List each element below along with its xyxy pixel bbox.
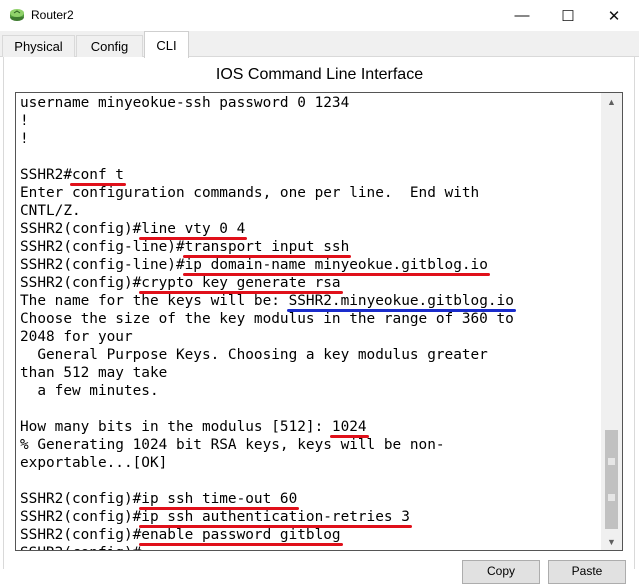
highlighted-command: conf t xyxy=(69,167,126,186)
paste-button[interactable]: Paste xyxy=(548,560,626,584)
terminal-scrollbar[interactable]: ▲ ▼ xyxy=(601,93,622,550)
terminal-line: than 512 may take xyxy=(20,364,167,382)
copy-button[interactable]: Copy xyxy=(462,560,540,584)
line-prefix: SSHR2(config-line)# xyxy=(20,239,185,255)
terminal-line: username minyeokue-ssh password 0 1234 xyxy=(20,94,349,112)
highlighted-command: line vty 0 4 xyxy=(139,221,248,240)
terminal-line: CNTL/Z. xyxy=(20,202,81,220)
line-prefix: SSHR2(config)# xyxy=(20,545,141,550)
line-prefix: SSHR2(config)# xyxy=(20,221,142,237)
scrollbar-thumb[interactable] xyxy=(605,430,618,529)
terminal-line: % Generating 1024 bit RSA keys, keys wil… xyxy=(20,436,445,454)
line-prefix: SSHR2(config-line)# xyxy=(20,257,185,273)
line-prefix: SSHR2(config)# xyxy=(20,491,142,507)
thumb-grip xyxy=(608,494,615,501)
highlighted-command: ip ssh time-out 60 xyxy=(139,491,300,510)
maximize-icon: ☐ xyxy=(561,7,575,25)
line-prefix: % Generating 1024 bit RSA keys, keys wil… xyxy=(20,437,445,453)
arrow-down-icon: ▼ xyxy=(607,536,616,547)
cli-terminal[interactable]: username minyeokue-ssh password 0 1234!!… xyxy=(15,92,623,551)
line-prefix: SSHR2(config)# xyxy=(20,509,142,525)
line-prefix: How many bits in the modulus [512]: xyxy=(20,419,332,435)
tab-config[interactable]: Config xyxy=(76,35,143,57)
line-prefix: a few minutes. xyxy=(20,383,159,399)
line-prefix: CNTL/Z. xyxy=(20,203,81,219)
terminal-line: How many bits in the modulus [512]: 1024 xyxy=(20,418,369,438)
window-title: Router2 xyxy=(31,8,74,22)
terminal-line: SSHR2(config-line)#transport input ssh xyxy=(20,238,351,258)
highlighted-command: ip ssh authentication-retries 3 xyxy=(139,509,412,528)
terminal-line: General Purpose Keys. Choosing a key mod… xyxy=(20,346,488,364)
title-bar: Router2 — ☐ ✕ xyxy=(0,0,639,32)
panel-heading: IOS Command Line Interface xyxy=(215,66,424,83)
terminal-line: exportable...[OK] xyxy=(20,454,167,472)
terminal-line: SSHR2(config-line)#ip domain-name minyeo… xyxy=(20,256,491,276)
terminal-line: ! xyxy=(20,130,29,148)
router-icon xyxy=(10,9,24,21)
terminal-line: ! xyxy=(20,112,29,130)
highlighted-command: enable password gitblog xyxy=(139,527,343,546)
scroll-down-button[interactable]: ▼ xyxy=(601,533,622,550)
line-prefix: General Purpose Keys. Choosing a key mod… xyxy=(20,347,488,363)
line-prefix: 2048 for your xyxy=(20,329,133,345)
highlighted-command: crypto key generate rsa xyxy=(139,275,343,294)
terminal-line: SSHR2(config)#enable password gitblog xyxy=(20,526,343,546)
terminal-line: SSHR2(config)# xyxy=(20,544,141,550)
line-prefix: username minyeokue-ssh password 0 1234 xyxy=(20,95,350,111)
tab-cli[interactable]: CLI xyxy=(144,31,189,58)
highlighted-command: transport input ssh xyxy=(182,239,351,258)
terminal-line: a few minutes. xyxy=(20,382,159,400)
line-prefix: The name for the keys will be: xyxy=(20,293,289,309)
line-prefix: SSHR2(config)# xyxy=(20,527,142,543)
minimize-button[interactable]: — xyxy=(499,0,545,31)
terminal-line: SSHR2(config)#ip ssh time-out 60 xyxy=(20,490,300,510)
terminal-line: SSHR2(config)#ip ssh authentication-retr… xyxy=(20,508,412,528)
highlighted-output: SSHR2.minyeokue.gitblog.io xyxy=(286,293,517,312)
terminal-line: 2048 for your xyxy=(20,328,133,346)
terminal-line: SSHR2(config)#line vty 0 4 xyxy=(20,220,248,240)
line-prefix: exportable...[OK] xyxy=(20,455,168,471)
scroll-up-button[interactable]: ▲ xyxy=(601,93,622,110)
minimize-icon: — xyxy=(514,7,530,24)
tab-physical[interactable]: Physical xyxy=(2,35,75,57)
close-icon: ✕ xyxy=(607,7,621,25)
line-prefix: SSHR2(config)# xyxy=(20,275,142,291)
line-prefix: ! xyxy=(20,131,29,147)
terminal-line: Choose the size of the key modulus in th… xyxy=(20,310,514,328)
line-prefix: ! xyxy=(20,113,29,129)
panel-border xyxy=(3,57,4,569)
close-button[interactable]: ✕ xyxy=(591,0,637,31)
line-prefix: than 512 may take xyxy=(20,365,168,381)
line-prefix: SSHR2# xyxy=(20,167,72,183)
terminal-line: Enter configuration commands, one per li… xyxy=(20,184,479,202)
thumb-grip xyxy=(608,458,615,465)
terminal-line: SSHR2#conf t xyxy=(20,166,126,186)
line-prefix: Enter configuration commands, one per li… xyxy=(20,185,480,201)
arrow-up-icon: ▲ xyxy=(607,96,616,107)
line-prefix: Choose the size of the key modulus in th… xyxy=(20,311,514,327)
terminal-line: The name for the keys will be: SSHR2.min… xyxy=(20,292,517,312)
highlighted-command: 1024 xyxy=(329,419,369,438)
highlighted-command: ip domain-name minyeokue.gitblog.io xyxy=(182,257,491,276)
panel-border xyxy=(634,57,635,569)
maximize-button[interactable]: ☐ xyxy=(545,0,591,31)
terminal-line: SSHR2(config)#crypto key generate rsa xyxy=(20,274,343,294)
